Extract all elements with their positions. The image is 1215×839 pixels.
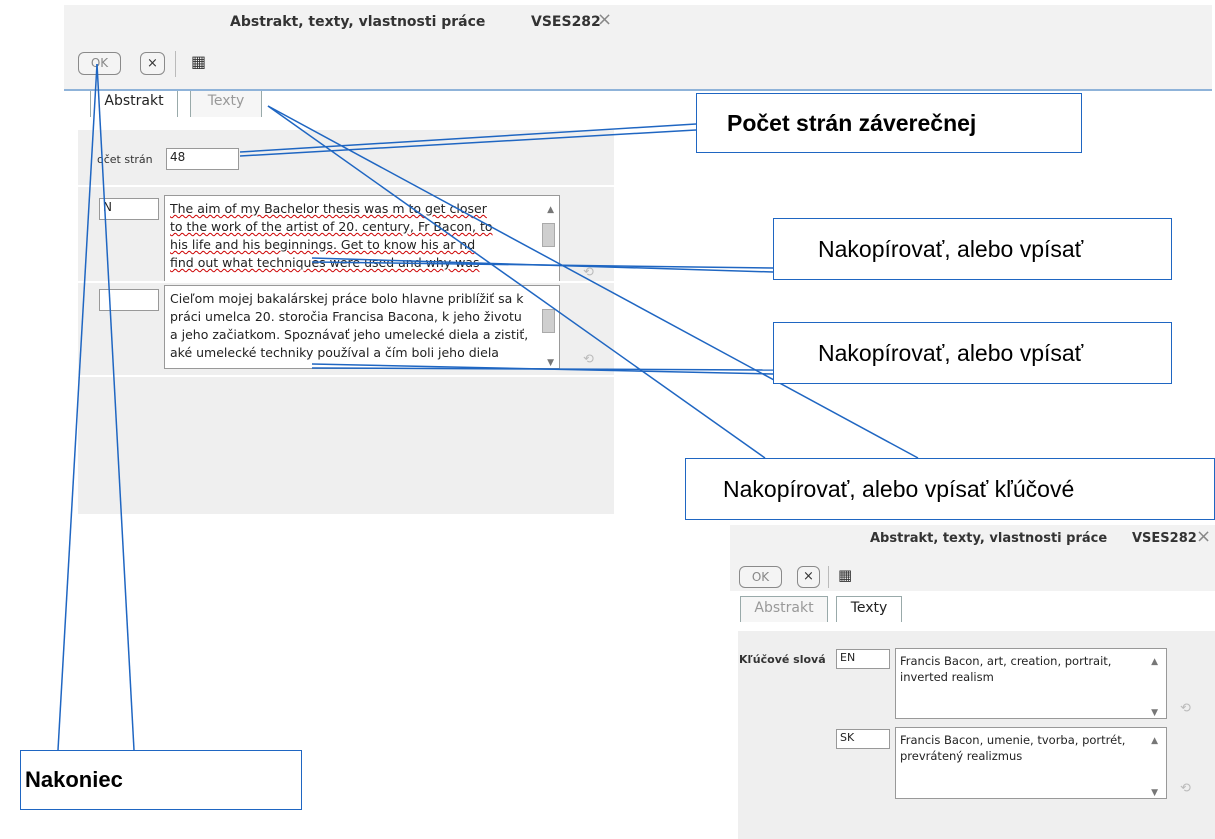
leader-line-nakop3 (267, 105, 919, 459)
callout-text: Nakopírovať, alebo vpísať kľúčové (723, 476, 1075, 502)
callout-nakopirovat-klucove: Nakopírovať, alebo vpísať kľúčové (685, 458, 1215, 520)
leader-line-nakoniec (96, 63, 135, 751)
callout-nakopirovat-1: Nakopírovať, alebo vpísať (773, 218, 1172, 280)
leader-line-nakop3 (267, 105, 766, 459)
leader-line-nakop1 (311, 261, 774, 269)
callout-nakopirovat-2: Nakopírovať, alebo vpísať (773, 322, 1172, 384)
leader-line-nakop2 (311, 367, 774, 371)
callout-nakoniec: Nakoniec (20, 750, 302, 810)
callout-text: Nakopírovať, alebo vpísať (818, 236, 1084, 262)
callout-pocet-stran: Počet strán záverečnej (696, 93, 1082, 153)
callout-text: Nakoniec (25, 767, 123, 792)
leader-line-nakoniec (57, 63, 98, 751)
callout-text: Počet strán záverečnej (727, 110, 977, 136)
callout-text: Nakopírovať, alebo vpísať (818, 340, 1084, 366)
